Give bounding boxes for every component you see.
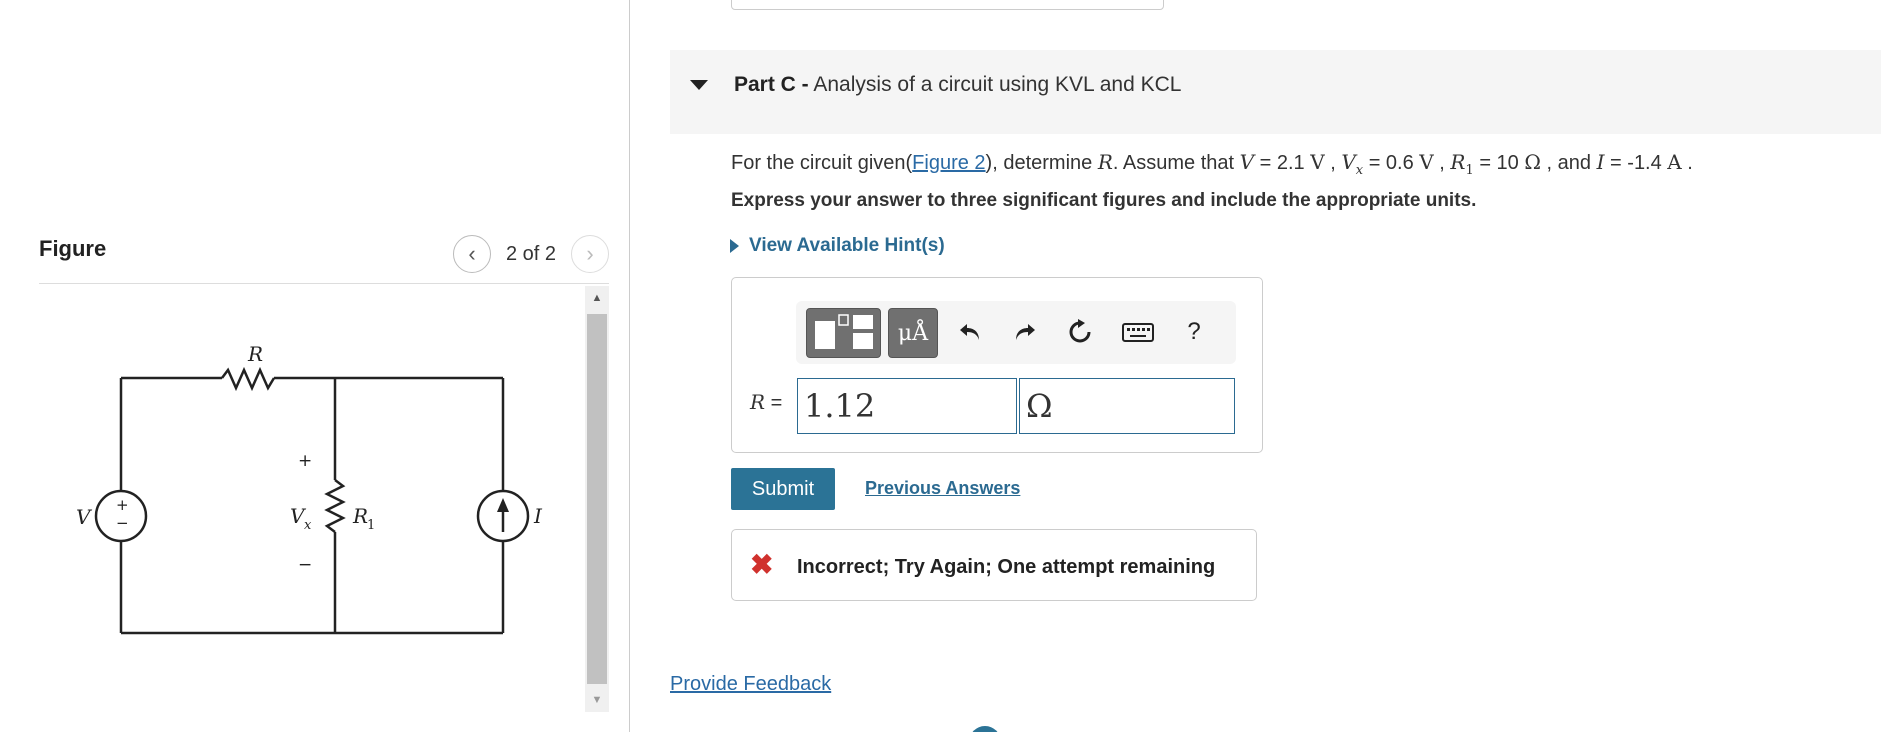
- scroll-thumb[interactable]: [587, 314, 607, 684]
- chevron-left-icon: ‹: [468, 241, 476, 266]
- figure-title: Figure: [39, 236, 107, 261]
- instruction-text: Express your answer to three significant…: [731, 190, 1477, 211]
- part-header[interactable]: Part C - Analysis of a circuit using KVL…: [670, 50, 1881, 134]
- reset-icon[interactable]: [1062, 314, 1098, 350]
- figure-divider: [39, 283, 609, 284]
- provide-feedback-link[interactable]: Provide Feedback: [670, 673, 831, 696]
- source-minus: −: [116, 514, 129, 532]
- resistor-r: [221, 366, 276, 392]
- figure-prev-button[interactable]: ‹: [453, 235, 491, 273]
- feedback-text: Incorrect; Try Again; One attempt remain…: [797, 556, 1216, 578]
- caret-right-icon: [730, 239, 739, 253]
- current-arrow-head: [497, 498, 509, 512]
- templates-button[interactable]: [806, 308, 881, 358]
- undo-icon[interactable]: [952, 314, 988, 350]
- units-button[interactable]: μÅ: [888, 308, 938, 358]
- help-button[interactable]: ?: [1176, 314, 1212, 350]
- vx-plus: +: [298, 451, 312, 471]
- x-icon: ✖: [750, 549, 774, 580]
- previous-answers-link[interactable]: Previous Answers: [865, 478, 1020, 499]
- submit-button[interactable]: Submit: [731, 468, 835, 510]
- chevron-right-icon: ›: [586, 241, 594, 266]
- view-hints-link[interactable]: View Available Hint(s): [730, 235, 945, 257]
- answer-box: μÅ ? R = 1.12 Ω: [731, 277, 1263, 453]
- value-input[interactable]: 1.12: [797, 378, 1017, 434]
- bottom-circle-button[interactable]: [969, 726, 1001, 732]
- figure-scrollbar[interactable]: ▲ ▼: [585, 286, 609, 712]
- redo-icon[interactable]: [1007, 314, 1043, 350]
- feedback-box: ✖ Incorrect; Try Again; One attempt rema…: [731, 529, 1257, 601]
- figure-counter: 2 of 2: [506, 243, 557, 265]
- figure-link[interactable]: Figure 2: [912, 152, 985, 174]
- panel-divider: [629, 0, 630, 732]
- source-plus: +: [116, 496, 129, 514]
- resistor-r1: [324, 479, 346, 533]
- question-text: For the circuit given(Figure 2), determi…: [731, 150, 1693, 178]
- label-vx-sub: x: [304, 518, 312, 533]
- math-toolbar: μÅ ?: [796, 301, 1236, 364]
- scroll-down-icon[interactable]: ▼: [585, 688, 609, 712]
- label-r1: R: [352, 504, 368, 528]
- circuit-diagram: R V V x R 1 I + − + −: [76, 342, 543, 635]
- caret-down-icon: [690, 80, 708, 90]
- keyboard-icon[interactable]: [1120, 314, 1156, 350]
- figure-next-button[interactable]: ›: [571, 235, 609, 273]
- label-r1-sub: 1: [367, 518, 375, 533]
- unit-input[interactable]: Ω: [1019, 378, 1235, 434]
- view-hints-label: View Available Hint(s): [749, 235, 945, 256]
- label-r: R: [247, 342, 263, 366]
- part-title: Part C - Analysis of a circuit using KVL…: [734, 73, 1181, 97]
- part-label: Part C -: [734, 73, 809, 96]
- answer-label: R =: [750, 390, 783, 414]
- templates-icon: [815, 314, 873, 349]
- scroll-up-icon[interactable]: ▲: [585, 286, 609, 310]
- part-name: Analysis of a circuit using KVL and KCL: [813, 73, 1182, 96]
- label-v: V: [76, 505, 93, 529]
- label-i: I: [533, 504, 543, 528]
- previous-part-box: [731, 0, 1164, 10]
- vx-minus: −: [298, 555, 312, 575]
